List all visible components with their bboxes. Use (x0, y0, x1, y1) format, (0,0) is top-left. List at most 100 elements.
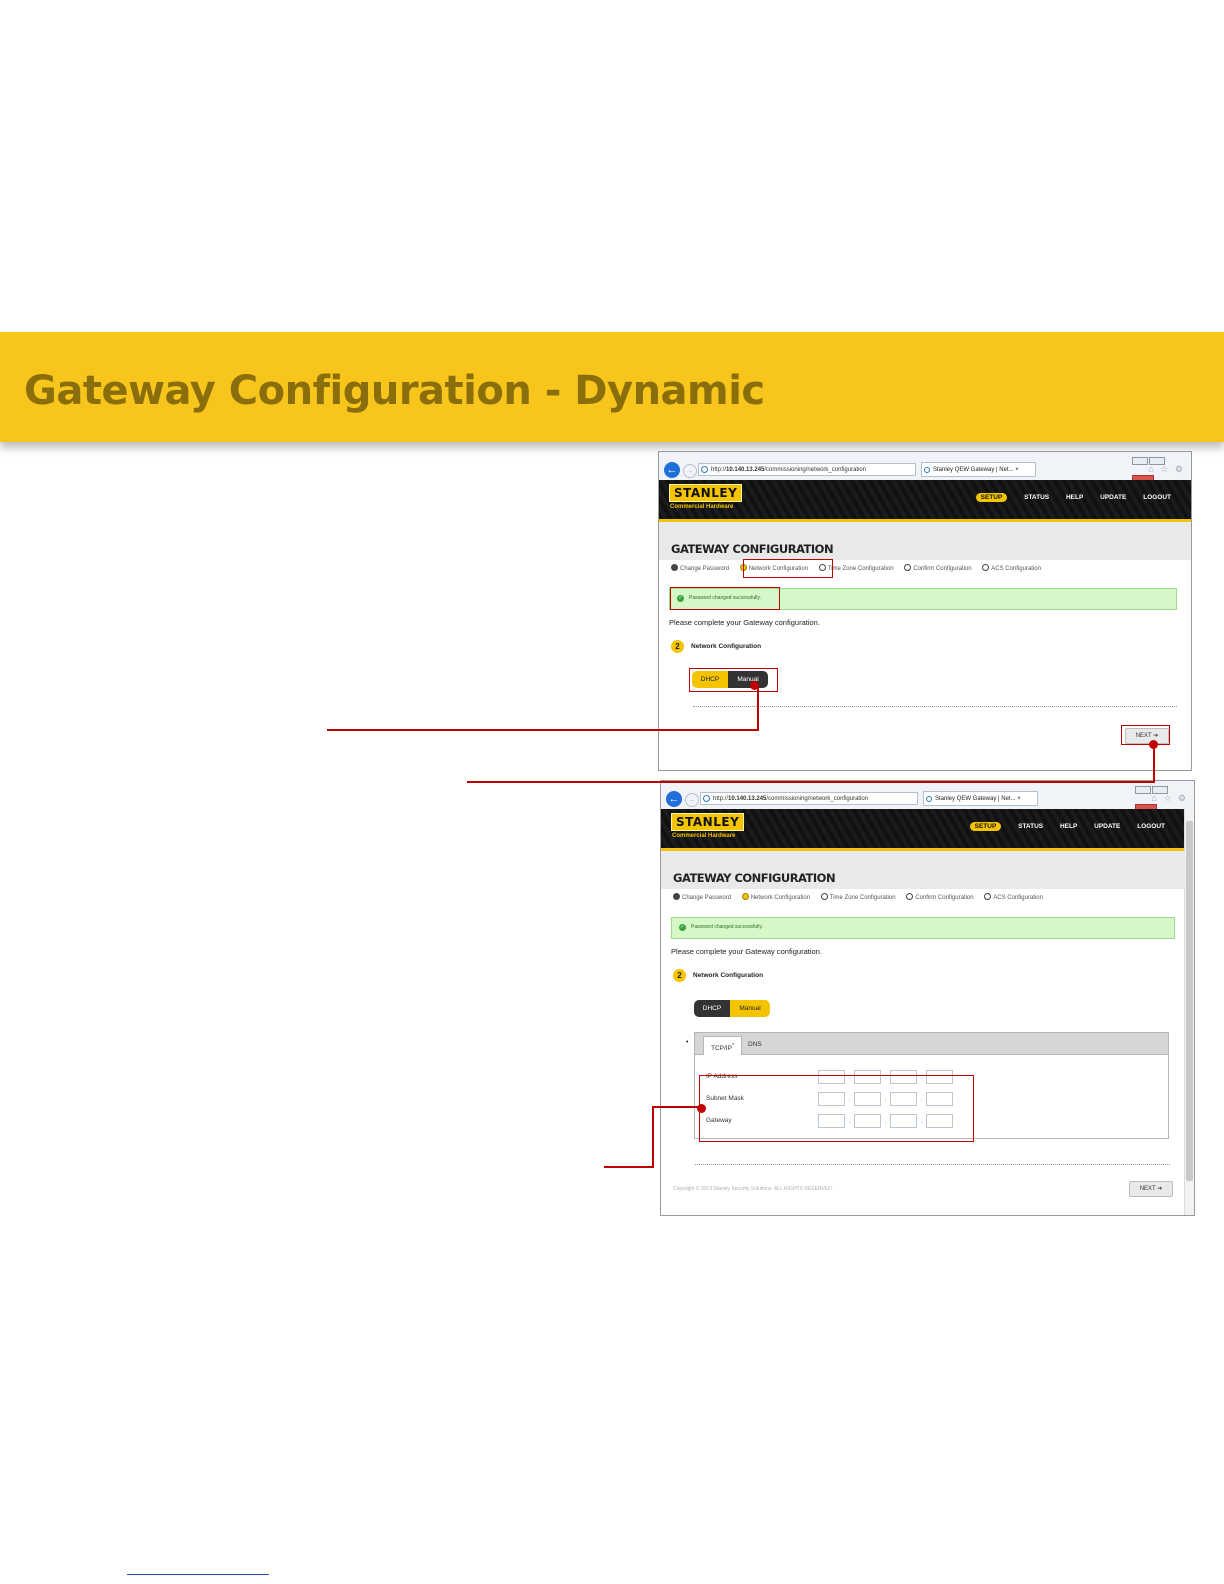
section-number-badge: 2 (671, 640, 684, 653)
nav-status[interactable]: STATUS (1024, 494, 1049, 501)
nav-status[interactable]: STATUS (1018, 823, 1043, 830)
dhcp-manual-toggle: DHCP Manual (694, 1000, 770, 1017)
banner-title: Gateway Configuration - Dynamic (24, 368, 765, 414)
home-favorites-settings-icons[interactable]: ⌂ ☆ ⚙ (1151, 793, 1188, 804)
screenshot-dhcp: ← → http://10.140.13.245/commissioning/n… (658, 451, 1192, 771)
check-icon (673, 893, 680, 900)
stanley-logo: STANLEY (671, 813, 745, 831)
nav-update[interactable]: UPDATE (1100, 494, 1126, 501)
page-title: GATEWAY CONFIGURATION (671, 542, 834, 556)
radio-icon (982, 564, 990, 571)
logo-subtitle: Commercial Hardware (672, 833, 736, 839)
scrollbar[interactable] (1184, 809, 1194, 1215)
step-confirm[interactable]: Confirm Configuration (906, 893, 974, 901)
callout-line-manual-vertical (757, 687, 759, 731)
callout-line-ip-fields-horizontal (652, 1106, 698, 1108)
step-change-password[interactable]: Change Password (671, 564, 729, 572)
dhcp-option[interactable]: DHCP (694, 1000, 730, 1017)
site-header: STANLEY Commercial Hardware SETUP STATUS… (659, 480, 1191, 522)
radio-icon (906, 893, 914, 900)
browser-toolbar: ← → http://10.140.13.245/commissioning/n… (659, 452, 1191, 483)
browser-tab[interactable]: Stanley QEW Gateway | Net... × (923, 791, 1038, 806)
radio-icon (820, 893, 828, 900)
tab-close-icon[interactable]: × (1015, 467, 1019, 473)
copyright-text: Copyright © 2013 Stanley Security Soluti… (673, 1186, 834, 1192)
back-icon[interactable]: ← (666, 791, 682, 807)
section-label: Network Configuration (691, 643, 762, 650)
success-message: Password changed successfully. (691, 924, 763, 930)
minimize-icon[interactable] (1135, 786, 1151, 794)
footer-underline (127, 1574, 269, 1575)
divider (693, 706, 1177, 707)
bullet-marker: • (686, 1039, 689, 1046)
tab-close-icon[interactable]: × (1017, 796, 1021, 802)
section-number-badge: 2 (673, 969, 686, 982)
window-controls (1131, 452, 1187, 483)
callout-line-ip-fields-vertical (652, 1106, 654, 1168)
step-acs[interactable]: ACS Configuration (984, 893, 1043, 901)
nav-help[interactable]: HELP (1060, 823, 1077, 830)
highlight-next (1121, 725, 1170, 745)
logo-subtitle: Commercial Hardware (670, 504, 734, 510)
screenshot-manual: ← → http://10.140.13.245/commissioning/n… (660, 780, 1195, 1216)
tab-dns[interactable]: DNS (741, 1036, 769, 1054)
success-check-icon: ✓ (679, 924, 686, 931)
next-button[interactable]: NEXT ➔ (1129, 1181, 1173, 1197)
main-nav: SETUP STATUS HELP UPDATE LOGOUT (955, 822, 1165, 831)
callout-line-next (467, 781, 1155, 783)
forward-icon[interactable]: → (683, 464, 697, 478)
address-bar[interactable]: http://10.140.13.245/commissioning/netwo… (700, 792, 918, 805)
ie-tab-icon (926, 796, 932, 802)
highlight-toggle (689, 668, 778, 692)
page-title: GATEWAY CONFIGURATION (673, 871, 836, 885)
wizard-steps: Change Password Network Configuration Ti… (671, 564, 1050, 572)
title-banner: Gateway Configuration - Dynamic (0, 332, 1224, 442)
browser-tab[interactable]: Stanley QEW Gateway | Net... × (921, 462, 1036, 477)
back-icon[interactable]: ← (664, 462, 680, 478)
ie-tab-icon (924, 467, 930, 473)
nav-help[interactable]: HELP (1066, 494, 1083, 501)
home-favorites-settings-icons[interactable]: ⌂ ☆ ⚙ (1148, 464, 1185, 475)
scroll-thumb[interactable] (1186, 821, 1193, 1181)
ie-page-icon (701, 466, 708, 473)
step-confirm[interactable]: Confirm Configuration (904, 564, 972, 572)
minimize-icon[interactable] (1132, 457, 1148, 465)
highlight-success (670, 587, 780, 610)
step-acs[interactable]: ACS Configuration (982, 564, 1041, 572)
highlight-ip-fields (699, 1075, 974, 1142)
step-change-password[interactable]: Change Password (673, 893, 731, 901)
highlight-network-step (743, 559, 833, 578)
callout-line-ip-fields (604, 1166, 654, 1168)
settings-tabs: TCP/IP* DNS (695, 1033, 1168, 1055)
nav-update[interactable]: UPDATE (1094, 823, 1120, 830)
callout-line-next-vertical (1153, 744, 1155, 783)
nav-logout[interactable]: LOGOUT (1137, 823, 1165, 830)
callout-line-manual (327, 729, 759, 731)
check-icon (671, 564, 678, 571)
ie-page-icon (703, 795, 710, 802)
wizard-steps: Change Password Network Configuration Ti… (673, 893, 1052, 901)
manual-option[interactable]: Manual (730, 1000, 770, 1017)
success-alert: ✓ Password changed successfully. (671, 917, 1175, 939)
nav-setup[interactable]: SETUP (969, 822, 1002, 831)
section-label: Network Configuration (693, 972, 764, 979)
config-prompt: Please complete your Gateway configurati… (671, 947, 822, 956)
site-header: STANLEY Commercial Hardware SETUP STATUS… (661, 809, 1185, 851)
callout-dot-next (1149, 740, 1158, 749)
radio-icon (904, 564, 912, 571)
divider (695, 1164, 1170, 1165)
address-bar[interactable]: http://10.140.13.245/commissioning/netwo… (698, 463, 916, 476)
stanley-logo: STANLEY (669, 484, 743, 502)
config-prompt: Please complete your Gateway configurati… (669, 618, 820, 627)
radio-icon (984, 893, 992, 900)
tab-tcpip[interactable]: TCP/IP* (703, 1036, 743, 1055)
nav-setup[interactable]: SETUP (975, 493, 1008, 502)
callout-dot (697, 1104, 706, 1113)
current-step-icon (741, 893, 749, 900)
step-network-configuration[interactable]: Network Configuration (741, 893, 810, 901)
browser-toolbar: ← → http://10.140.13.245/commissioning/n… (661, 781, 1194, 812)
nav-logout[interactable]: LOGOUT (1143, 494, 1171, 501)
step-time-zone[interactable]: Time Zone Configuration (820, 893, 896, 901)
forward-icon[interactable]: → (685, 793, 699, 807)
main-nav: SETUP STATUS HELP UPDATE LOGOUT (961, 493, 1171, 502)
